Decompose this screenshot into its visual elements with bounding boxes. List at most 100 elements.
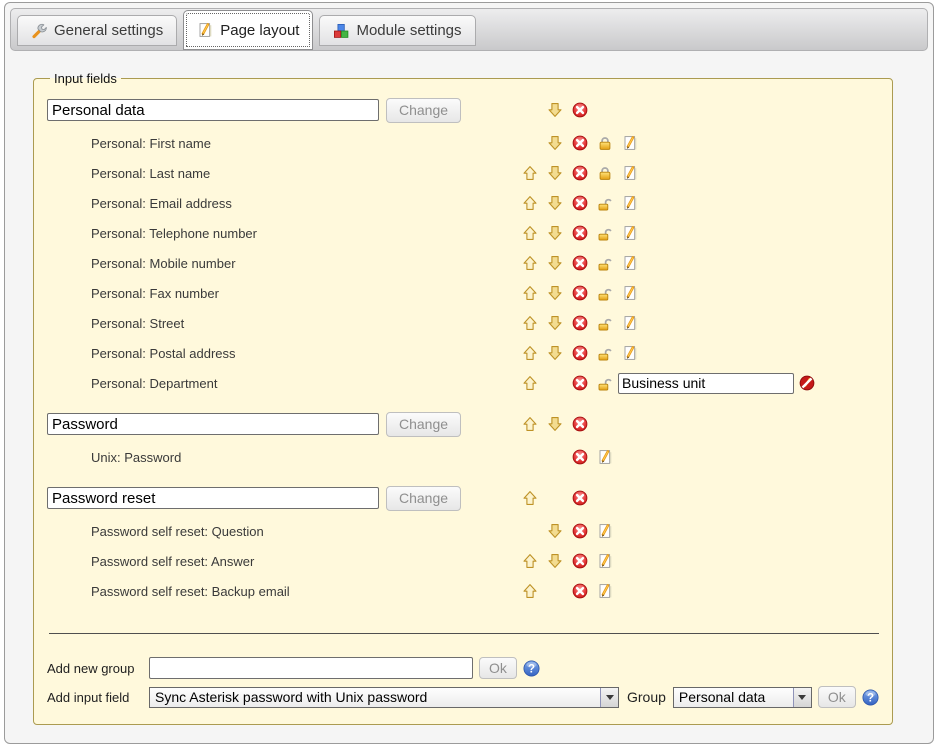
move-down-icon[interactable]	[547, 195, 563, 211]
delete-icon[interactable]	[572, 490, 588, 506]
group-name-input[interactable]	[47, 99, 379, 121]
edit-icon[interactable]	[622, 225, 638, 241]
move-up-icon[interactable]	[522, 490, 538, 506]
move-up-icon[interactable]	[522, 553, 538, 569]
add-group-ok-button[interactable]: Ok	[479, 657, 517, 679]
field-row: Personal: Department	[47, 368, 879, 398]
move-down-icon[interactable]	[547, 165, 563, 181]
change-group-name-button[interactable]: Change	[386, 412, 461, 437]
tab-page-layout[interactable]: Page layout	[183, 10, 313, 50]
move-up-icon[interactable]	[522, 195, 538, 211]
lock-open-icon[interactable]	[597, 375, 613, 391]
row-controls	[517, 285, 642, 302]
group-name-input[interactable]	[47, 487, 379, 509]
move-down-icon[interactable]	[547, 523, 563, 539]
add-field-row: Add input field Sync Asterisk password w…	[47, 684, 879, 710]
help-icon[interactable]	[523, 660, 540, 677]
move-down-icon[interactable]	[547, 255, 563, 271]
field-row: Personal: Fax number	[47, 278, 879, 308]
change-group-name-button[interactable]: Change	[386, 486, 461, 511]
move-down-icon[interactable]	[547, 416, 563, 432]
row-controls	[517, 165, 642, 182]
move-down-icon[interactable]	[547, 102, 563, 118]
move-up-icon[interactable]	[522, 583, 538, 599]
edit-icon[interactable]	[622, 165, 638, 181]
row-controls	[517, 255, 642, 272]
delete-icon[interactable]	[572, 165, 588, 181]
row-controls	[517, 523, 617, 540]
move-up-icon[interactable]	[522, 225, 538, 241]
edit-icon[interactable]	[622, 195, 638, 211]
delete-icon[interactable]	[572, 102, 588, 118]
input-fields-panel: Input fields Change Personal: First name	[33, 71, 893, 725]
delete-icon[interactable]	[572, 449, 588, 465]
move-down-icon[interactable]	[547, 225, 563, 241]
tab-module-settings[interactable]: Module settings	[319, 15, 475, 46]
lock-closed-icon[interactable]	[597, 135, 613, 151]
edit-icon[interactable]	[622, 285, 638, 301]
group-select[interactable]: Personal data	[673, 687, 812, 708]
edit-icon[interactable]	[597, 449, 613, 465]
help-icon[interactable]	[862, 689, 879, 706]
move-up-icon[interactable]	[522, 345, 538, 361]
delete-icon[interactable]	[572, 416, 588, 432]
move-up-icon[interactable]	[522, 416, 538, 432]
dropdown-arrow-icon[interactable]	[600, 688, 618, 707]
delete-icon[interactable]	[572, 135, 588, 151]
edit-icon[interactable]	[597, 583, 613, 599]
dropdown-arrow-icon[interactable]	[793, 688, 811, 707]
field-row: Personal: Last name	[47, 158, 879, 188]
delete-icon[interactable]	[572, 285, 588, 301]
lock-open-icon[interactable]	[597, 315, 613, 331]
new-group-input[interactable]	[149, 657, 473, 679]
edit-icon[interactable]	[622, 315, 638, 331]
move-down-icon[interactable]	[547, 553, 563, 569]
move-down-icon[interactable]	[547, 135, 563, 151]
move-up-icon[interactable]	[522, 255, 538, 271]
delete-icon[interactable]	[572, 315, 588, 331]
move-up-icon[interactable]	[522, 165, 538, 181]
group-row: Change	[47, 406, 879, 442]
tab-general-settings[interactable]: General settings	[17, 15, 177, 46]
field-row: Personal: Telephone number	[47, 218, 879, 248]
move-up-icon[interactable]	[522, 285, 538, 301]
field-label: Personal: Postal address	[47, 346, 517, 361]
delete-icon[interactable]	[572, 225, 588, 241]
edit-icon[interactable]	[597, 523, 613, 539]
row-controls	[517, 449, 617, 466]
field-label: Unix: Password	[47, 450, 517, 465]
delete-icon[interactable]	[572, 553, 588, 569]
move-up-icon[interactable]	[522, 315, 538, 331]
lock-open-icon[interactable]	[597, 195, 613, 211]
lock-open-icon[interactable]	[597, 285, 613, 301]
edit-icon[interactable]	[622, 345, 638, 361]
field-row: Password self reset: Answer	[47, 546, 879, 576]
move-down-icon[interactable]	[547, 345, 563, 361]
move-down-icon[interactable]	[547, 285, 563, 301]
tab-label: Module settings	[356, 22, 461, 39]
group-name-input[interactable]	[47, 413, 379, 435]
input-field-select[interactable]: Sync Asterisk password with Unix passwor…	[149, 687, 619, 708]
delete-icon[interactable]	[572, 375, 588, 391]
cancel-edit-icon[interactable]	[799, 375, 815, 391]
lock-open-icon[interactable]	[597, 255, 613, 271]
add-field-ok-button[interactable]: Ok	[818, 686, 856, 708]
delete-icon[interactable]	[572, 523, 588, 539]
edit-icon[interactable]	[622, 255, 638, 271]
field-row: Password self reset: Backup email	[47, 576, 879, 606]
delete-icon[interactable]	[572, 583, 588, 599]
lock-closed-icon[interactable]	[597, 165, 613, 181]
lock-open-icon[interactable]	[597, 345, 613, 361]
delete-icon[interactable]	[572, 255, 588, 271]
move-down-icon[interactable]	[547, 315, 563, 331]
row-controls	[517, 553, 617, 570]
edit-icon[interactable]	[597, 553, 613, 569]
rename-field-input[interactable]	[618, 373, 794, 394]
delete-icon[interactable]	[572, 195, 588, 211]
delete-icon[interactable]	[572, 345, 588, 361]
row-controls	[517, 375, 617, 392]
move-up-icon[interactable]	[522, 375, 538, 391]
edit-icon[interactable]	[622, 135, 638, 151]
lock-open-icon[interactable]	[597, 225, 613, 241]
change-group-name-button[interactable]: Change	[386, 98, 461, 123]
